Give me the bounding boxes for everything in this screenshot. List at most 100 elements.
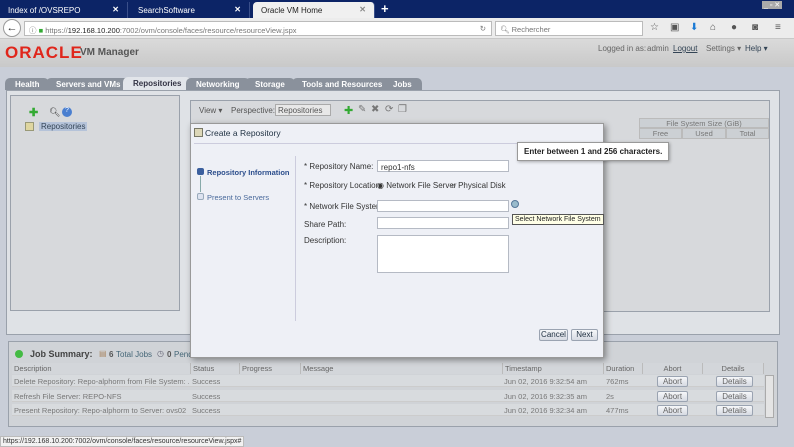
radio-network-file-server[interactable]: ◉ Network File Server <box>377 181 456 190</box>
repository-location-label: * Repository Location: <box>304 181 383 190</box>
reload-icon[interactable]: ↻ <box>480 24 486 33</box>
col-message[interactable]: Message <box>301 363 503 374</box>
job-duration: 477ms <box>606 406 629 415</box>
col-duration[interactable]: Duration <box>604 363 643 374</box>
col-progress[interactable]: Progress <box>240 363 301 374</box>
pocket-icon[interactable]: ◙ <box>752 22 758 33</box>
url-host: 192.168.10.200 <box>67 26 120 35</box>
lock-icon: ■ <box>38 26 44 35</box>
abort-button[interactable]: Abort <box>657 391 688 402</box>
refresh-icon[interactable]: ⟳ <box>385 104 393 115</box>
total-jobs-link[interactable]: Total Jobs <box>116 350 152 359</box>
status-ok-icon <box>15 350 23 358</box>
close-icon[interactable]: ✕ <box>359 5 366 14</box>
details-button[interactable]: Details <box>716 376 753 387</box>
table-row[interactable]: Present Repository: Repo-alphorm to Serv… <box>12 404 764 416</box>
search-icon: 🔍︎ <box>500 25 510 34</box>
step-repository-information[interactable]: Repository Information <box>207 168 290 177</box>
scrollbar[interactable] <box>765 375 774 418</box>
close-icon[interactable]: ✕ <box>112 5 119 14</box>
help-menu[interactable]: Help ▾ <box>745 44 768 53</box>
perspective-label: Perspective: <box>231 106 276 115</box>
library-icon[interactable]: ▣ <box>670 22 679 33</box>
url-path: :7002/ovm/console/faces/resource/resourc… <box>119 26 297 35</box>
job-description: Delete Repository: Repo-alphorm from Fil… <box>14 377 189 386</box>
copy-icon[interactable]: ❐ <box>398 104 407 115</box>
tab-repositories[interactable]: Repositories <box>123 77 192 91</box>
job-summary-title: Job Summary: <box>30 349 93 359</box>
share-path-label: Share Path: <box>304 220 347 229</box>
step-connector <box>200 176 201 192</box>
tab-tools-resources[interactable]: Tools and Resources <box>292 78 393 90</box>
table-row[interactable]: Refresh File Server: REPO-NFS Success Ju… <box>12 390 764 402</box>
tab-health[interactable]: Health <box>5 78 50 90</box>
network-file-system-input[interactable] <box>377 200 509 212</box>
tab-networking[interactable]: Networking <box>186 78 250 90</box>
step-present-to-servers[interactable]: Present to Servers <box>207 193 269 202</box>
add-icon[interactable]: ✚ <box>29 106 38 119</box>
browser-nav-bar: ← ⓘ ■ https://192.168.10.200:7002/ovm/co… <box>0 18 794 39</box>
edit-icon[interactable]: ✎ <box>358 104 366 115</box>
abort-button[interactable]: Abort <box>657 376 688 387</box>
chat-icon[interactable]: ● <box>731 22 737 33</box>
logout-link[interactable]: Logout <box>673 44 697 53</box>
menu-icon[interactable]: ≡ <box>775 22 781 33</box>
col-free[interactable]: Free <box>639 128 682 139</box>
close-icon[interactable]: ✕ <box>234 5 241 14</box>
table-row[interactable]: Delete Repository: Repo-alphorm from Fil… <box>12 375 764 387</box>
next-button[interactable]: Next <box>571 329 598 341</box>
step-current-icon <box>197 168 204 175</box>
details-button[interactable]: Details <box>716 405 753 416</box>
add-icon[interactable]: ✚ <box>344 104 353 117</box>
bookmark-star-icon[interactable]: ☆ <box>650 22 659 33</box>
window-controls[interactable]: _ ▫ ✕ <box>762 1 783 9</box>
select-nfs-icon[interactable] <box>511 200 519 208</box>
col-description[interactable]: Description <box>12 363 191 374</box>
details-button[interactable]: Details <box>716 391 753 402</box>
oracle-logo: ORACLE <box>5 43 83 62</box>
browser-tab[interactable]: SearchSoftware ✕ <box>130 2 250 18</box>
total-jobs-count: 6 <box>109 350 114 359</box>
url-bar[interactable]: ⓘ ■ https://192.168.10.200:7002/ovm/cons… <box>24 21 492 36</box>
username: admin <box>647 44 669 53</box>
description-textarea[interactable] <box>377 235 509 273</box>
col-status[interactable]: Status <box>191 363 240 374</box>
settings-menu[interactable]: Settings ▾ <box>706 44 741 53</box>
perspective-select[interactable]: Repositories <box>275 104 331 116</box>
tab-label: Oracle VM Home <box>261 6 323 15</box>
tree-item-repositories[interactable]: Repositories <box>39 122 88 131</box>
search-icon[interactable]: 🔍︎ <box>49 107 60 118</box>
download-icon[interactable]: ⬇ <box>690 22 698 33</box>
job-status: Success <box>192 392 221 401</box>
repository-name-input[interactable]: repo1-nfs <box>377 160 509 172</box>
browser-tab[interactable]: Index of /OVSREPO ✕ <box>0 2 128 18</box>
jobs-icon: ▤ <box>99 349 107 358</box>
share-path-input[interactable] <box>377 217 509 229</box>
search-input[interactable]: 🔍︎ Rechercher <box>495 21 643 36</box>
radio-physical-disk[interactable]: ○ Physical Disk <box>451 181 506 190</box>
col-total[interactable]: Total <box>726 128 769 139</box>
new-tab-icon[interactable]: + <box>381 1 389 16</box>
description-label: Description: <box>304 236 347 245</box>
browser-tab-active[interactable]: Oracle VM Home ✕ <box>253 2 375 18</box>
help-icon[interactable]: ? <box>62 107 72 117</box>
col-timestamp[interactable]: Timestamp <box>503 363 604 374</box>
status-bar-url: https://192.168.10.200:7002/ovm/console/… <box>0 436 245 447</box>
job-timestamp: Jun 02, 2016 9:32:34 am <box>504 406 587 415</box>
tab-jobs[interactable]: Jobs <box>383 78 422 90</box>
col-group-fs-size: File System Size (GiB) <box>639 118 769 128</box>
back-icon[interactable]: ← <box>3 19 21 37</box>
home-icon[interactable]: ⌂ <box>710 22 716 33</box>
col-abort: Abort <box>643 363 703 374</box>
job-timestamp: Jun 02, 2016 9:32:54 am <box>504 377 587 386</box>
repository-icon <box>194 128 203 137</box>
view-menu[interactable]: View ▾ <box>199 106 222 115</box>
col-used[interactable]: Used <box>682 128 726 139</box>
tab-servers-vms[interactable]: Servers and VMs <box>46 78 131 90</box>
abort-button[interactable]: Abort <box>657 405 688 416</box>
delete-icon[interactable]: ✖ <box>371 104 379 115</box>
job-description: Refresh File Server: REPO-NFS <box>14 392 122 401</box>
cancel-button[interactable]: Cancel <box>539 329 568 341</box>
pending-count: 0 <box>167 350 172 359</box>
tab-storage[interactable]: Storage <box>245 78 295 90</box>
